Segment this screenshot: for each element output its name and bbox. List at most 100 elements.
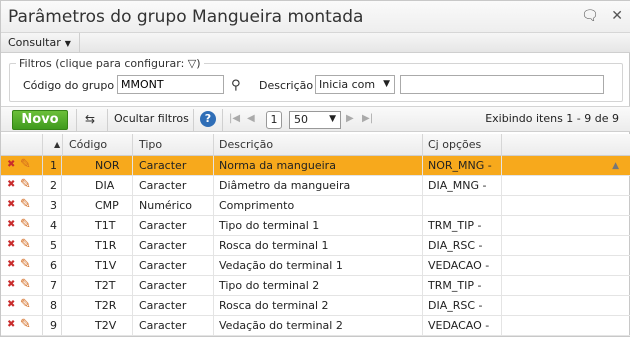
cell-divider	[501, 256, 502, 276]
cell-divider	[213, 236, 214, 256]
delete-icon[interactable]: ✖	[7, 199, 15, 210]
cell-tipo: Caracter	[139, 239, 187, 252]
table-row[interactable]: ✖ ✎ 1 NOR Caracter Norma da mangueira NOR_MNG …	[1, 156, 630, 176]
filter-funnel-icon[interactable]: ▽	[188, 57, 196, 70]
scroll-up-icon[interactable]: ▲	[612, 161, 619, 171]
cell-divider	[501, 296, 502, 316]
edit-pencil-icon[interactable]: ✎	[20, 237, 31, 252]
cell-divider	[213, 156, 214, 176]
descricao-input[interactable]	[400, 75, 604, 94]
col-header-codigo[interactable]: Código	[69, 138, 107, 151]
header-divider	[132, 134, 133, 156]
sort-up-icon[interactable]: ▲	[54, 140, 60, 149]
row-number: 7	[50, 279, 57, 292]
page-number-input[interactable]: 1	[266, 111, 282, 129]
row-number: 5	[50, 239, 57, 252]
close-icon[interactable]: ✕	[611, 8, 623, 24]
cell-divider	[132, 156, 133, 176]
cell-divider	[213, 296, 214, 316]
next-page-icon[interactable]: ▶	[346, 113, 354, 124]
toolbar-divider	[193, 109, 194, 131]
edit-pencil-icon[interactable]: ✎	[20, 157, 31, 172]
cell-divider	[501, 316, 502, 336]
cell-divider	[501, 156, 502, 176]
row-number: 6	[50, 259, 57, 272]
novo-button[interactable]: Novo	[12, 110, 68, 130]
cell-divider	[501, 236, 502, 256]
search-icon[interactable]: ⚲	[231, 78, 241, 93]
header-divider	[501, 134, 502, 156]
filters-legend[interactable]: Filtros (clique para configurar: ▽)	[16, 57, 204, 70]
table-row[interactable]: ✖ ✎ 2 DIA Caracter Diâmetro da mangueira DIA_M…	[1, 176, 630, 196]
chevron-down-icon: ▼	[383, 79, 390, 89]
delete-icon[interactable]: ✖	[7, 299, 15, 310]
cell-descricao: Tipo do terminal 2	[219, 279, 320, 292]
cell-tipo: Caracter	[139, 179, 187, 192]
edit-pencil-icon[interactable]: ✎	[20, 197, 31, 212]
edit-pencil-icon[interactable]: ✎	[20, 257, 31, 272]
delete-icon[interactable]: ✖	[7, 279, 15, 290]
table-row[interactable]: ✖ ✎ 3 CMP Numérico Comprimento	[1, 196, 630, 216]
cell-codigo: T2V	[95, 319, 117, 332]
first-page-icon[interactable]: |◀	[229, 113, 240, 124]
help-icon[interactable]: ?	[200, 111, 216, 127]
consultar-menu[interactable]: Consultar ▼	[8, 36, 71, 49]
row-number: 4	[50, 219, 57, 232]
menu-bar: Consultar ▼	[1, 33, 630, 53]
chat-icon[interactable]: 🗨	[581, 8, 599, 24]
table-row[interactable]: ✖ ✎ 8 T2R Caracter Rosca do terminal 2 DIA_RSC…	[1, 296, 630, 316]
prev-page-icon[interactable]: ◀	[247, 113, 255, 124]
cell-divider	[213, 276, 214, 296]
cell-cj-opcoes: VEDACAO -	[428, 259, 490, 272]
table-row[interactable]: ✖ ✎ 7 T2T Caracter Tipo do terminal 2 TRM_TIP …	[1, 276, 630, 296]
col-header-descricao[interactable]: Descrição	[219, 138, 273, 151]
grid-toolbar: Novo ⇆ Ocultar filtros ? |◀ ◀ 1 50 ▼ ▶ ▶|…	[1, 106, 630, 132]
table-row[interactable]: ✖ ✎ 6 T1V Caracter Vedação do terminal 1 VEDAC…	[1, 256, 630, 276]
cell-cj-opcoes: DIA_RSC -	[428, 299, 483, 312]
row-number: 2	[50, 179, 57, 192]
cell-divider	[422, 216, 423, 236]
delete-icon[interactable]: ✖	[7, 179, 15, 190]
cell-divider	[501, 216, 502, 236]
edit-pencil-icon[interactable]: ✎	[20, 317, 31, 332]
consultar-label: Consultar	[8, 36, 61, 49]
menu-divider	[79, 33, 80, 53]
edit-pencil-icon[interactable]: ✎	[20, 277, 31, 292]
edit-pencil-icon[interactable]: ✎	[20, 217, 31, 232]
header-divider	[42, 134, 43, 156]
edit-pencil-icon[interactable]: ✎	[20, 177, 31, 192]
delete-icon[interactable]: ✖	[7, 259, 15, 270]
table-row[interactable]: ✖ ✎ 5 T1R Caracter Rosca do terminal 1 DIA_RSC…	[1, 236, 630, 256]
codigo-input[interactable]	[117, 75, 224, 94]
page-size-select[interactable]: 50 ▼	[289, 111, 341, 129]
cell-tipo: Caracter	[139, 319, 187, 332]
grid-header: ▲ Código Tipo Descrição Cj opções	[1, 134, 630, 156]
col-header-tipo[interactable]: Tipo	[139, 138, 162, 151]
cell-tipo: Caracter	[139, 279, 187, 292]
filters-legend-close: )	[196, 57, 201, 70]
cell-descricao: Norma da mangueira	[219, 159, 336, 172]
table-row[interactable]: ✖ ✎ 4 T1T Caracter Tipo do terminal 1 TRM_TIP …	[1, 216, 630, 236]
delete-icon[interactable]: ✖	[7, 159, 15, 170]
cell-codigo: T2R	[95, 299, 117, 312]
delete-icon[interactable]: ✖	[7, 219, 15, 230]
row-number: 1	[50, 159, 57, 172]
cell-codigo: T1R	[95, 239, 117, 252]
caret-down-icon: ▼	[64, 39, 71, 48]
table-row[interactable]: ✖ ✎ 9 T2V Caracter Vedação do terminal 2 VEDAC…	[1, 316, 630, 336]
descricao-mode-select[interactable]: Inicia com ▼	[315, 75, 395, 94]
header-divider	[62, 134, 63, 156]
col-header-cj-opcoes[interactable]: Cj opções	[428, 138, 481, 151]
last-page-icon[interactable]: ▶|	[362, 113, 373, 124]
delete-icon[interactable]: ✖	[7, 319, 15, 330]
cell-divider	[213, 216, 214, 236]
cell-divider	[132, 216, 133, 236]
edit-pencil-icon[interactable]: ✎	[20, 297, 31, 312]
refresh-icon[interactable]: ⇆	[85, 112, 95, 126]
cell-codigo: DIA	[95, 179, 115, 192]
delete-icon[interactable]: ✖	[7, 239, 15, 250]
cell-divider	[213, 176, 214, 196]
cell-descricao: Rosca do terminal 2	[219, 299, 329, 312]
ocultar-filtros-button[interactable]: Ocultar filtros	[114, 112, 189, 125]
cell-tipo: Caracter	[139, 219, 187, 232]
